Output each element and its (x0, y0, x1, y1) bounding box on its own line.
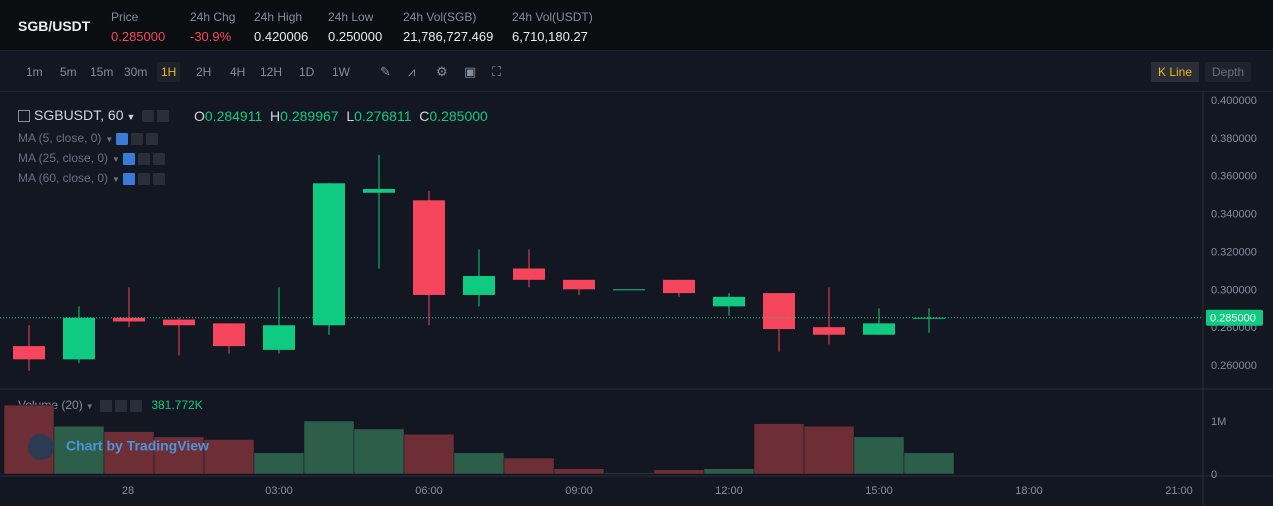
stat-label: 24h Vol(USDT) (512, 10, 593, 24)
candle-body (163, 319, 195, 326)
watermark-text: Chart by TradingView (66, 437, 209, 454)
candle-body (263, 325, 295, 350)
volume-tick-label: 1M (1211, 416, 1226, 428)
stat-2: 24h High 0.420006 (254, 10, 308, 44)
stat-1: 24h Chg -30.9% (190, 10, 235, 44)
candle-body (463, 276, 495, 295)
y-tick-label: 0.400000 (1211, 95, 1257, 107)
candle-body (213, 323, 245, 347)
stat-label: 24h Chg (190, 10, 236, 24)
timeframe-1h[interactable]: 1H (157, 62, 181, 82)
volume-bar (253, 452, 305, 475)
stat-label: 24h Low (328, 10, 374, 24)
candle-body (613, 289, 645, 291)
stat-value: -30.9% (190, 29, 232, 44)
timeframe-2h[interactable]: 2H (192, 62, 215, 82)
stat-value: 0.285000 (111, 29, 166, 44)
timeframe-1d[interactable]: 1D (295, 62, 318, 82)
settings-icon[interactable]: ⚙ (436, 64, 452, 80)
stat-label: 24h High (254, 10, 303, 24)
stat-4: 24h Vol(SGB) 21,786,727.469 (403, 10, 493, 44)
volume-bar (603, 472, 655, 475)
volume-tick-label: 0 (1211, 469, 1217, 481)
candle-body (913, 317, 945, 319)
volume-bar (303, 420, 355, 475)
volume-bar (403, 434, 455, 475)
timeframe-1w[interactable]: 1W (328, 62, 354, 82)
candle-body (513, 268, 545, 280)
timeframe-5m[interactable]: 5m (56, 62, 81, 82)
chart-toolbar (0, 51, 1273, 92)
candle-body (863, 323, 895, 335)
volume-bar (803, 426, 855, 475)
volume-bar (753, 423, 805, 475)
tradingview-watermark[interactable]: Chart by TradingView (28, 434, 209, 460)
volume-bar (553, 468, 605, 475)
ticker-bar: SGB/USDT Price 0.285000 24h Chg -30.9% 24h H… (0, 0, 1273, 51)
stat-0: Price 0.285000 (111, 10, 165, 44)
y-tick-label: 0.380000 (1211, 133, 1257, 145)
timeframe-12h[interactable]: 12H (256, 62, 286, 82)
volume-bar (853, 436, 905, 475)
volume-bar (353, 428, 405, 475)
candle-body (63, 317, 95, 360)
tradingview-logo-icon (28, 434, 54, 460)
candle-body (763, 293, 795, 330)
timeframe-1m[interactable]: 1m (22, 62, 47, 82)
timeframe-15m[interactable]: 15m (86, 62, 117, 82)
candle-body (413, 200, 445, 295)
y-tick-label: 0.340000 (1211, 209, 1257, 221)
stat-value: 6,710,180.27 (512, 29, 588, 44)
stat-value: 0.250000 (328, 29, 383, 44)
x-tick-label: 06:00 (415, 485, 443, 497)
mode-k-line[interactable]: K Line (1151, 62, 1200, 82)
snapshot-icon[interactable]: ▣ (464, 64, 480, 80)
candle-body (663, 279, 695, 294)
volume-bar (653, 469, 705, 475)
stat-3: 24h Low 0.250000 (328, 10, 382, 44)
draw-icon[interactable]: ✎ (380, 64, 396, 80)
fullscreen-icon[interactable]: ⛶ (492, 64, 508, 80)
y-tick-label: 0.260000 (1211, 360, 1257, 372)
candle-body (13, 346, 45, 360)
stat-label: Price (111, 10, 139, 24)
pair-symbol[interactable]: SGB/USDT (18, 18, 90, 34)
stat-value: 0.420006 (254, 29, 309, 44)
y-tick-label: 0.300000 (1211, 284, 1257, 296)
volume-bar (903, 452, 955, 475)
candle-body (563, 279, 595, 290)
x-tick-label: 28 (122, 485, 134, 497)
x-tick-label: 15:00 (865, 485, 893, 497)
volume-bar (503, 457, 555, 475)
y-tick-label: 0.320000 (1211, 246, 1257, 258)
x-tick-label: 12:00 (715, 485, 743, 497)
candle-body (113, 317, 145, 322)
volume-bar (703, 468, 755, 475)
stat-5: 24h Vol(USDT) 6,710,180.27 (512, 10, 593, 44)
current-price-label: 0.285000 (1210, 313, 1256, 325)
stat-label: 24h Vol(SGB) (403, 10, 477, 24)
x-tick-label: 18:00 (1015, 485, 1043, 497)
candle-body (813, 327, 845, 335)
x-tick-label: 03:00 (265, 485, 293, 497)
x-tick-label: 21:00 (1165, 485, 1193, 497)
timeframe-4h[interactable]: 4H (226, 62, 249, 82)
volume-bar (453, 452, 505, 475)
x-tick-label: 09:00 (565, 485, 593, 497)
indicator-icon[interactable]: ⩘ (408, 64, 424, 80)
volume-bar (203, 439, 255, 475)
timeframe-30m[interactable]: 30m (120, 62, 151, 82)
candle-body (363, 188, 395, 193)
y-tick-label: 0.360000 (1211, 171, 1257, 183)
candle-body (713, 296, 745, 307)
stat-value: 21,786,727.469 (403, 29, 494, 44)
mode-depth[interactable]: Depth (1205, 62, 1252, 82)
candle-body (313, 183, 345, 326)
